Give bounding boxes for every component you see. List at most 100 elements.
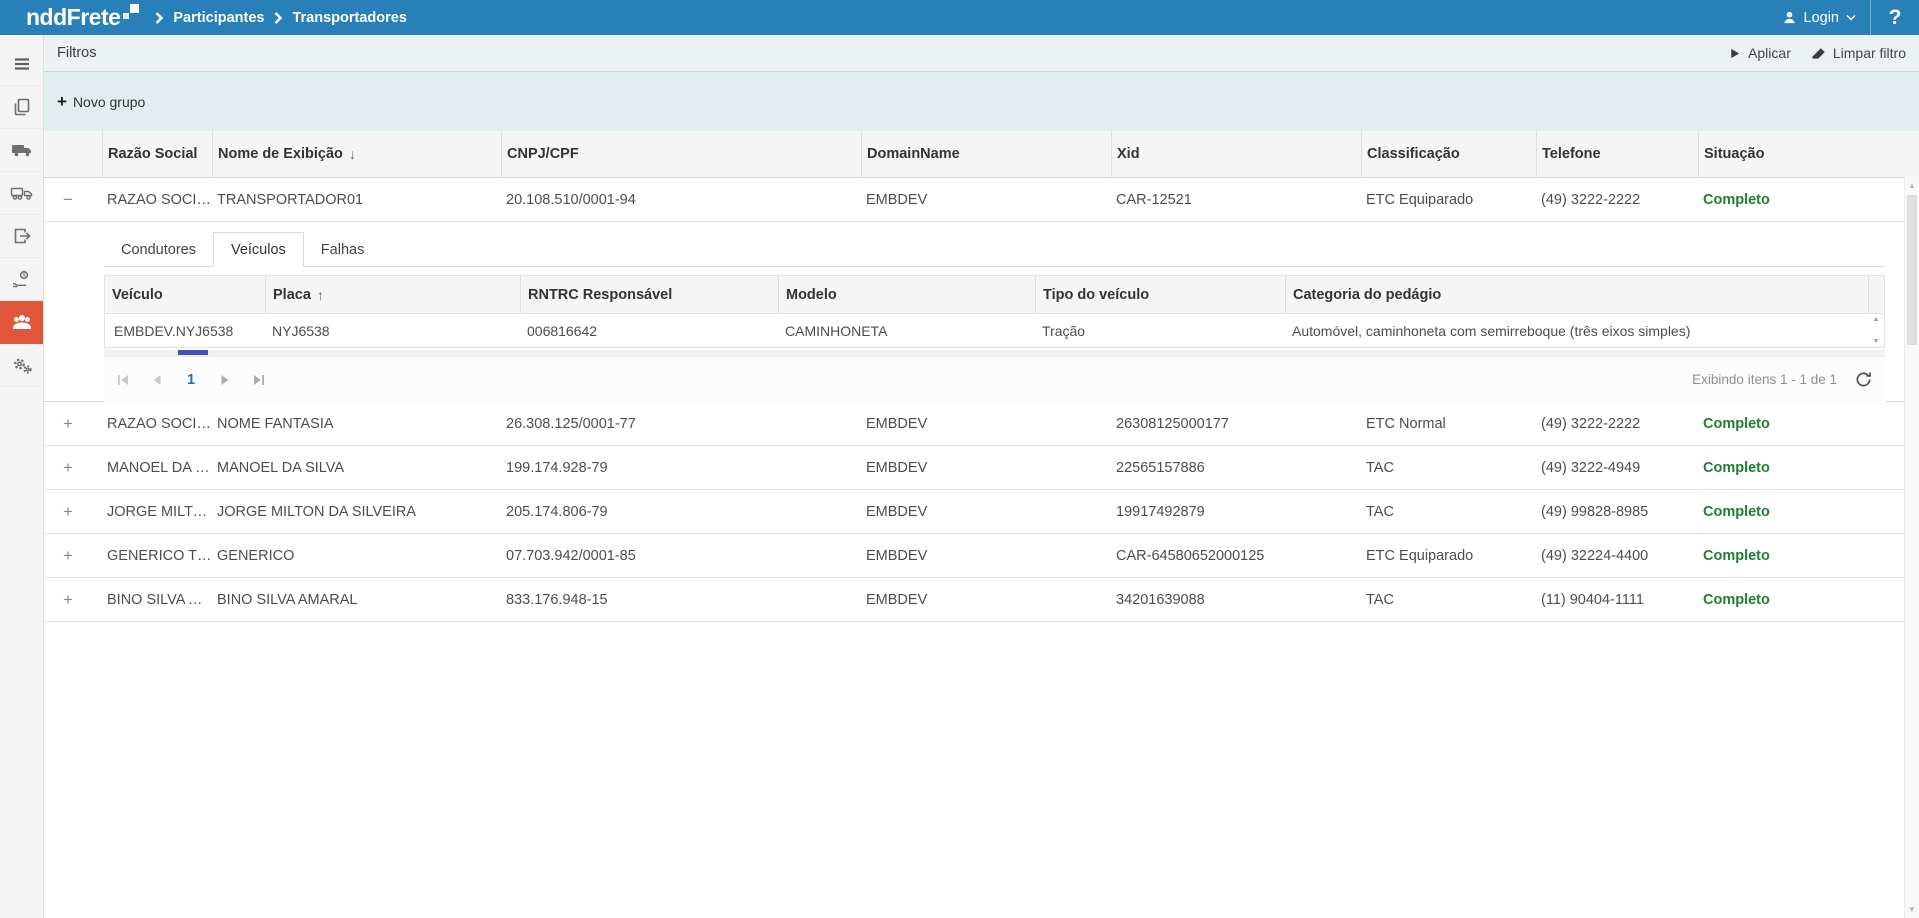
last-page-button[interactable]	[252, 373, 266, 387]
expand-row-button[interactable]: +	[63, 503, 73, 520]
transportador-row[interactable]: +MANOEL DA SILVAMANOEL DA SILVA199.174.9…	[44, 446, 1919, 490]
cell-nome-exibicao: BINO SILVA AMARAL	[212, 592, 501, 608]
cell-nome-exibicao: TRANSPORTADOR01	[212, 192, 501, 208]
breadcrumb-participantes[interactable]: Participantes	[173, 10, 264, 26]
cell-telefone: (49) 99828-8985	[1536, 504, 1698, 520]
help-button[interactable]: ?	[1871, 0, 1919, 35]
cell-razao-social: JORGE MILTON ...	[102, 504, 212, 520]
transportador-row[interactable]: +RAZAO SOCIALNOME FANTASIA26.308.125/000…	[44, 402, 1919, 446]
filters-bar: Filtros Aplicar Limpar filtro	[44, 35, 1919, 72]
cell-xid: 19917492879	[1111, 504, 1361, 520]
transportador-row[interactable]: − RAZAO SOCIAL S...TRANSPORTADOR0120.108.…	[44, 178, 1919, 222]
transportador-row[interactable]: + BINO SILVA AMA...BINO SILVA AMARAL833.1…	[44, 578, 1919, 622]
tab-condutores[interactable]: Condutores	[104, 236, 213, 266]
cell-domainname: EMBDEV	[861, 460, 1111, 476]
cell-domainname: EMBDEV	[861, 192, 1111, 208]
gears-icon	[11, 355, 33, 375]
inner-vertical-scrollbar[interactable]: ▲ ▼	[1868, 314, 1884, 347]
truck-trailer-icon	[10, 183, 34, 203]
column-header-domainname[interactable]: DomainName	[861, 131, 1111, 177]
header-expander-column	[44, 131, 102, 177]
column-header-nome-exibicao[interactable]: Nome de Exibição↓	[212, 131, 501, 177]
expand-row-button[interactable]: +	[63, 415, 73, 432]
cell-classificacao: TAC	[1361, 460, 1536, 476]
scroll-up-icon[interactable]: ▲	[1873, 316, 1880, 323]
cell-veiculo: EMBDEV.NYJ6538	[105, 323, 265, 339]
scroll-down-icon[interactable]: ▼	[1905, 905, 1919, 914]
vehicles-grid: Veículo Placa↑ RNTRC Responsável Modelo …	[104, 275, 1885, 348]
hand-coin-icon: $	[11, 269, 33, 289]
expander-cell: +	[44, 591, 102, 608]
scrollbar-thumb[interactable]	[1907, 195, 1917, 345]
hamburger-menu-icon	[12, 54, 32, 74]
tab-falhas[interactable]: Falhas	[304, 236, 382, 266]
cell-nome-exibicao: NOME FANTASIA	[212, 416, 501, 432]
apply-filter-button[interactable]: Aplicar	[1728, 45, 1791, 61]
transportador-row[interactable]: +JORGE MILTON ...JORGE MILTON DA SILVEIR…	[44, 490, 1919, 534]
cell-xid: 26308125000177	[1111, 416, 1361, 432]
filters-title: Filtros	[57, 45, 96, 61]
column-header-categoria-pedagio[interactable]: Categoria do pedágio	[1285, 276, 1868, 313]
scrollbar-thumb[interactable]	[178, 350, 208, 355]
cell-domainname: EMBDEV	[861, 592, 1111, 608]
status-badge: Completo	[1698, 460, 1919, 476]
status-badge: Completo	[1698, 504, 1919, 520]
refresh-icon	[1855, 371, 1872, 388]
export-icon	[12, 226, 32, 246]
vehicle-row[interactable]: EMBDEV.NYJ6538 NYJ6538 006816642 CAMINHO…	[105, 314, 1884, 347]
inner-horizontal-scrollbar[interactable]	[104, 350, 1885, 356]
transportador-row[interactable]: +GENERICO TRAN...GENERICO07.703.942/0001…	[44, 534, 1919, 578]
cell-cnpj-cpf: 20.108.510/0001-94	[501, 192, 861, 208]
previous-page-button[interactable]	[150, 373, 164, 387]
next-page-button[interactable]	[218, 373, 232, 387]
column-header-xid[interactable]: Xid	[1111, 131, 1361, 177]
expand-row-button[interactable]: +	[63, 547, 73, 564]
app-window: nddFrete Participantes Transportadores L…	[0, 0, 1919, 918]
cell-telefone: (11) 90404-1111	[1536, 592, 1698, 608]
cell-razao-social: BINO SILVA AMA...	[102, 592, 212, 608]
login-menu[interactable]: Login	[1768, 0, 1870, 35]
cell-xid: 34201639088	[1111, 592, 1361, 608]
expand-row-button[interactable]: +	[63, 591, 73, 608]
column-header-razao-social[interactable]: Razão Social	[102, 131, 212, 177]
sidebar-item-payments[interactable]: $	[0, 258, 43, 301]
menu-toggle-button[interactable]	[0, 43, 43, 86]
clear-filter-button[interactable]: Limpar filtro	[1811, 45, 1906, 61]
current-page-number[interactable]: 1	[184, 372, 198, 388]
new-group-button[interactable]: + Novo grupo	[57, 94, 145, 110]
header-scrollbar-spacer	[1868, 276, 1884, 313]
sidebar-item-truck[interactable]	[0, 129, 43, 172]
breadcrumb-transportadores[interactable]: Transportadores	[292, 10, 406, 26]
sidebar-item-export[interactable]	[0, 215, 43, 258]
column-header-tipo-veiculo[interactable]: Tipo do veículo	[1035, 276, 1285, 313]
expanded-row-host: − RAZAO SOCIAL S...TRANSPORTADOR0120.108.…	[44, 178, 1919, 222]
tab-veiculos[interactable]: Veículos	[213, 232, 304, 267]
cell-classificacao: ETC Equiparado	[1361, 192, 1536, 208]
scroll-down-icon[interactable]: ▼	[1873, 338, 1880, 345]
sidebar-item-participants[interactable]	[0, 301, 43, 344]
sidebar-item-documents[interactable]	[0, 86, 43, 129]
sidebar-item-truck-trailer[interactable]	[0, 172, 43, 215]
cell-cnpj-cpf: 833.176.948-15	[501, 592, 861, 608]
column-header-situacao[interactable]: Situação	[1698, 131, 1919, 177]
first-page-button[interactable]	[116, 373, 130, 387]
column-header-modelo[interactable]: Modelo	[778, 276, 1035, 313]
nddfrete-logo[interactable]: nddFrete	[26, 6, 139, 29]
scroll-up-icon[interactable]: ▲	[1905, 181, 1919, 190]
column-header-cnpj-cpf[interactable]: CNPJ/CPF	[501, 131, 861, 177]
logo-text: nddFrete	[26, 6, 120, 29]
column-header-placa[interactable]: Placa↑	[265, 276, 520, 313]
expand-row-button[interactable]: +	[63, 459, 73, 476]
column-header-telefone[interactable]: Telefone	[1536, 131, 1698, 177]
cell-razao-social: RAZAO SOCIAL S...	[102, 192, 212, 208]
column-header-classificacao[interactable]: Classificação	[1361, 131, 1536, 177]
column-header-rntrc[interactable]: RNTRC Responsável	[520, 276, 778, 313]
sidebar-item-settings[interactable]	[0, 344, 43, 387]
cell-nome-exibicao: GENERICO	[212, 548, 501, 564]
collapse-row-button[interactable]: −	[63, 191, 73, 208]
column-header-veiculo[interactable]: Veículo	[105, 276, 265, 313]
refresh-button[interactable]	[1855, 371, 1872, 388]
cell-razao-social: RAZAO SOCIAL	[102, 416, 212, 432]
grid-vertical-scrollbar[interactable]: ▲ ▼	[1904, 177, 1919, 918]
previous-page-icon	[150, 373, 164, 387]
